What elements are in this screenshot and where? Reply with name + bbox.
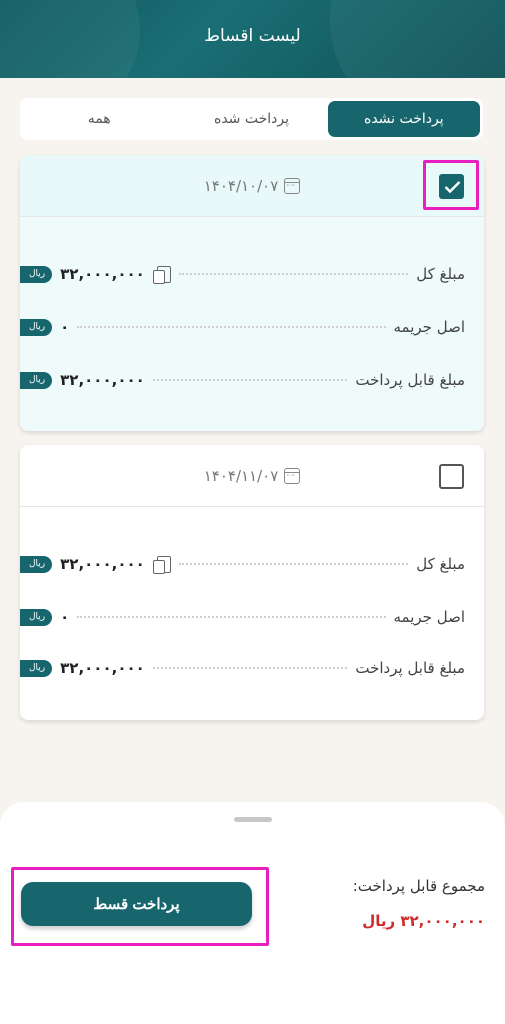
row-label: مبلغ قابل پرداخت [355, 659, 465, 677]
calendar-icon [284, 178, 301, 194]
currency-badge: ریال [20, 555, 53, 573]
dotted-leader [77, 616, 386, 618]
installment-date: ۱۴۰۴/۱۰/۰۷ [20, 177, 484, 195]
dotted-leader [178, 563, 409, 565]
row-label: مبلغ کل [416, 265, 465, 283]
currency-badge: ریال [20, 608, 53, 626]
installment-card-header: ۱۴۰۴/۱۰/۰۷ [20, 155, 484, 217]
currency-badge: ریال [20, 371, 53, 389]
currency-badge: ریال [20, 659, 53, 677]
row-label: اصل جریمه [393, 608, 465, 626]
payable-row: مبلغ قابل پرداخت ۳۲,۰۰۰,۰۰۰ ریال [20, 656, 484, 680]
date-text: ۱۴۰۴/۱۱/۰۷ [203, 467, 279, 485]
currency-badge: ریال [20, 265, 53, 283]
currency-badge: ریال [20, 318, 53, 336]
dotted-leader [178, 273, 409, 275]
penalty-row: اصل جریمه ۰ ریال [20, 315, 484, 339]
dotted-leader [152, 667, 348, 669]
row-label: مبلغ کل [416, 555, 465, 573]
tab-all[interactable]: همه [23, 101, 175, 137]
total-amount-row: مبلغ کل ۳۲,۰۰۰,۰۰۰ ریال [20, 262, 484, 286]
installment-date: ۱۴۰۴/۱۱/۰۷ [20, 467, 484, 485]
payable-row: مبلغ قابل پرداخت ۳۲,۰۰۰,۰۰۰ ریال [20, 368, 484, 392]
installment-card-header: ۱۴۰۴/۱۱/۰۷ [20, 445, 484, 507]
tab-paid[interactable]: پرداخت شده [175, 101, 327, 137]
button-highlight [11, 867, 269, 946]
sheet-drag-handle[interactable] [234, 817, 272, 822]
total-payable-amount: ۳۲,۰۰۰,۰۰۰ ریال [362, 912, 485, 930]
copy-icon[interactable] [152, 265, 171, 284]
row-amount: ۳۲,۰۰۰,۰۰۰ [60, 555, 145, 573]
installment-card[interactable]: ۱۴۰۴/۱۰/۰۷ مبلغ کل ۳۲,۰۰۰,۰۰۰ ریال اصل ج… [20, 155, 484, 431]
copy-icon[interactable] [152, 555, 171, 574]
row-label: اصل جریمه [393, 318, 465, 336]
row-amount: ۳۲,۰۰۰,۰۰۰ [60, 659, 145, 677]
page-title: لیست اقساط [204, 26, 301, 46]
total-payable-label: مجموع قابل پرداخت: [352, 877, 485, 895]
row-amount: ۳۲,۰۰۰,۰۰۰ [60, 371, 145, 389]
date-text: ۱۴۰۴/۱۰/۰۷ [203, 177, 279, 195]
dotted-leader [152, 379, 348, 381]
calendar-icon [284, 468, 301, 484]
payment-bottom-sheet: مجموع قابل پرداخت: ۳۲,۰۰۰,۰۰۰ ریال پرداخ… [0, 802, 505, 1024]
installment-card[interactable]: ۱۴۰۴/۱۱/۰۷ مبلغ کل ۳۲,۰۰۰,۰۰۰ ریال اصل ج… [20, 445, 484, 720]
row-label: مبلغ قابل پرداخت [355, 371, 465, 389]
penalty-row: اصل جریمه ۰ ریال [20, 605, 484, 629]
dotted-leader [77, 326, 386, 328]
row-amount: ۰ [60, 318, 70, 336]
row-amount: ۰ [60, 608, 70, 626]
installment-tabs: پرداخت نشده پرداخت شده همه [20, 98, 483, 140]
row-amount: ۳۲,۰۰۰,۰۰۰ [60, 265, 145, 283]
tab-unpaid[interactable]: پرداخت نشده [327, 101, 480, 137]
total-amount-row: مبلغ کل ۳۲,۰۰۰,۰۰۰ ریال [20, 552, 484, 576]
app-header: لیست اقساط [0, 0, 505, 78]
